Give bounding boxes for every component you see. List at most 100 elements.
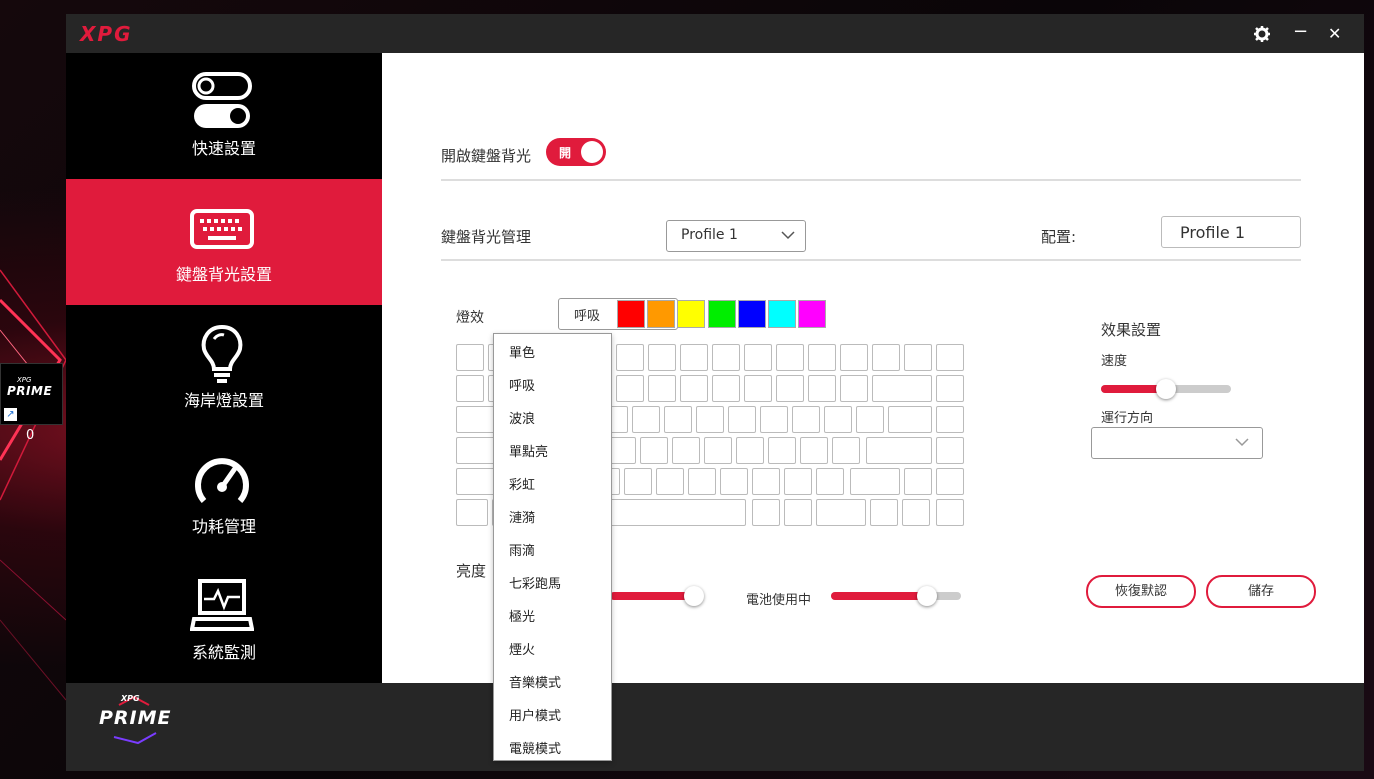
sidebar-item-system-monitor[interactable]: 系統監測 — [66, 557, 382, 683]
keyboard-key[interactable] — [736, 437, 764, 464]
keyboard-key[interactable] — [624, 468, 652, 495]
effect-option[interactable]: 音樂模式 — [494, 665, 611, 698]
keyboard-key[interactable] — [824, 406, 852, 433]
keyboard-key[interactable] — [856, 406, 884, 433]
effect-option[interactable]: 雨滴 — [494, 533, 611, 566]
keyboard-key[interactable] — [752, 499, 780, 526]
config-name-input[interactable]: Profile 1 — [1161, 216, 1301, 248]
keyboard-key[interactable] — [870, 499, 898, 526]
keyboard-key[interactable] — [936, 406, 964, 433]
color-swatch[interactable] — [647, 300, 676, 328]
keyboard-key[interactable] — [936, 375, 964, 402]
keyboard-key[interactable] — [776, 344, 804, 371]
keyboard-key[interactable] — [784, 468, 812, 495]
slider-knob[interactable] — [1156, 379, 1176, 399]
keyboard-key[interactable] — [728, 406, 756, 433]
keyboard-key[interactable] — [712, 375, 740, 402]
keyboard-key[interactable] — [840, 344, 868, 371]
keyboard-key[interactable] — [760, 406, 788, 433]
keyboard-key[interactable] — [840, 375, 868, 402]
keyboard-key[interactable] — [752, 468, 780, 495]
effect-option[interactable]: 波浪 — [494, 401, 611, 434]
keyboard-key[interactable] — [808, 344, 836, 371]
color-swatch[interactable] — [737, 300, 766, 328]
keyboard-key[interactable] — [902, 499, 930, 526]
keyboard-key[interactable] — [816, 499, 866, 526]
keyboard-key[interactable] — [768, 437, 796, 464]
effect-option[interactable]: 電競模式 — [494, 731, 611, 764]
keyboard-key[interactable] — [904, 468, 932, 495]
effect-option[interactable]: 彩虹 — [494, 467, 611, 500]
effect-option[interactable]: 單點亮 — [494, 434, 611, 467]
keyboard-key[interactable] — [808, 375, 836, 402]
color-swatch[interactable] — [798, 300, 827, 328]
speed-slider[interactable] — [1101, 379, 1231, 399]
effect-option[interactable]: 漣漪 — [494, 500, 611, 533]
keyboard-key[interactable] — [656, 468, 684, 495]
keyboard-key[interactable] — [832, 437, 860, 464]
keyboard-key[interactable] — [872, 375, 932, 402]
gear-icon[interactable] — [1254, 26, 1270, 42]
save-button[interactable]: 儲存 — [1206, 575, 1316, 608]
keyboard-key[interactable] — [936, 468, 964, 495]
sidebar-item-quick-settings[interactable]: 快速設置 — [66, 53, 382, 179]
restore-defaults-button[interactable]: 恢復默認 — [1086, 575, 1196, 608]
keyboard-key[interactable] — [904, 344, 932, 371]
keyboard-key[interactable] — [456, 344, 484, 371]
keyboard-key[interactable] — [936, 344, 964, 371]
keyboard-key[interactable] — [744, 344, 772, 371]
sidebar-item-keyboard-backlight[interactable]: 鍵盤背光設置 — [66, 179, 382, 305]
keyboard-key[interactable] — [456, 499, 488, 526]
keyboard-key[interactable] — [744, 375, 772, 402]
sidebar-item-power-management[interactable]: 功耗管理 — [66, 431, 382, 557]
desktop-shortcut-prime[interactable]: XPG PRIME ↗ — [0, 363, 63, 425]
keyboard-key[interactable] — [648, 344, 676, 371]
keyboard-key[interactable] — [680, 344, 708, 371]
keyboard-key[interactable] — [608, 437, 636, 464]
keyboard-key[interactable] — [704, 437, 732, 464]
keyboard-key[interactable] — [712, 344, 740, 371]
keyboard-key[interactable] — [936, 437, 964, 464]
keyboard-key[interactable] — [784, 499, 812, 526]
close-button[interactable]: ✕ — [1328, 24, 1341, 43]
color-swatch[interactable] — [677, 300, 706, 328]
backlight-toggle[interactable]: 開 — [546, 138, 606, 166]
sidebar-item-lightbar[interactable]: 海岸燈設置 — [66, 305, 382, 431]
battery-brightness-slider[interactable] — [831, 586, 961, 606]
effect-option[interactable]: 七彩跑馬 — [494, 566, 611, 599]
keyboard-key[interactable] — [632, 406, 660, 433]
color-swatch[interactable] — [768, 300, 796, 328]
keyboard-key[interactable] — [680, 375, 708, 402]
profile-select[interactable]: Profile 1 — [666, 220, 806, 252]
keyboard-key[interactable] — [816, 468, 844, 495]
ac-brightness-slider[interactable] — [610, 586, 705, 606]
slider-knob[interactable] — [917, 586, 938, 606]
color-swatch[interactable] — [707, 300, 736, 328]
keyboard-key[interactable] — [616, 344, 644, 371]
keyboard-key[interactable] — [456, 375, 484, 402]
effect-option[interactable]: 極光 — [494, 599, 611, 632]
keyboard-key[interactable] — [888, 406, 932, 433]
effect-option[interactable]: 煙火 — [494, 632, 611, 665]
keyboard-key[interactable] — [616, 375, 644, 402]
color-swatch[interactable] — [617, 300, 645, 328]
keyboard-key[interactable] — [872, 344, 900, 371]
keyboard-key[interactable] — [672, 437, 700, 464]
keyboard-key[interactable] — [776, 375, 804, 402]
effect-option[interactable]: 呼吸 — [494, 368, 611, 401]
keyboard-key[interactable] — [640, 437, 668, 464]
keyboard-key[interactable] — [696, 406, 724, 433]
minimize-button[interactable]: − — [1293, 21, 1308, 42]
keyboard-key[interactable] — [648, 375, 676, 402]
direction-select[interactable] — [1091, 427, 1263, 459]
keyboard-key[interactable] — [720, 468, 748, 495]
effect-option[interactable]: 單色 — [494, 335, 611, 368]
keyboard-key[interactable] — [850, 468, 900, 495]
keyboard-key[interactable] — [866, 437, 932, 464]
keyboard-key[interactable] — [936, 499, 964, 526]
keyboard-key[interactable] — [688, 468, 716, 495]
keyboard-key[interactable] — [664, 406, 692, 433]
keyboard-key[interactable] — [800, 437, 828, 464]
effect-option[interactable]: 用户模式 — [494, 698, 611, 731]
keyboard-key[interactable] — [792, 406, 820, 433]
